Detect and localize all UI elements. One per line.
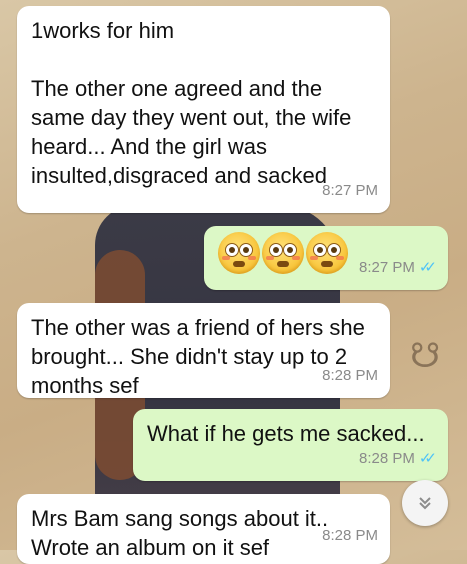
message-bubble-incoming[interactable]: Mrs Bam sang songs about it.. Wrote an a…: [17, 494, 390, 564]
double-check-read-icon: ✓✓: [418, 259, 437, 276]
message-meta: 8:28 PM: [322, 521, 378, 550]
flushed-face-icon: [262, 232, 304, 274]
message-meta: 8:28 PM ✓✓: [358, 444, 437, 473]
message-bubble-incoming[interactable]: 1works for him The other one agreed and …: [17, 6, 390, 213]
message-time: 8:28 PM: [322, 527, 378, 544]
message-bubble-outgoing[interactable]: What if he gets me sacked... 8:28 PM ✓✓: [133, 409, 448, 481]
scroll-to-bottom-button[interactable]: [402, 480, 448, 526]
double-chevron-down-icon: [419, 497, 431, 510]
message-time: 8:27 PM: [322, 182, 378, 199]
wallpaper-doodle-icon: ☋: [410, 337, 441, 375]
message-text: 1works for him The other one agreed and …: [31, 18, 352, 188]
message-meta: 8:27 PM: [322, 176, 378, 205]
message-time: 8:28 PM: [322, 367, 378, 384]
message-time: 8:28 PM: [358, 450, 415, 467]
flushed-face-icon: [306, 232, 348, 274]
message-meta: 8:27 PM ✓✓: [358, 253, 437, 282]
message-bubble-outgoing[interactable]: 8:27 PM ✓✓: [204, 226, 448, 290]
message-bubble-incoming[interactable]: The other was a friend of hers she broug…: [17, 303, 390, 398]
flushed-face-icon: [218, 232, 260, 274]
message-meta: 8:28 PM: [322, 361, 378, 390]
message-time: 8:27 PM: [358, 259, 415, 276]
double-check-read-icon: ✓✓: [418, 450, 437, 467]
